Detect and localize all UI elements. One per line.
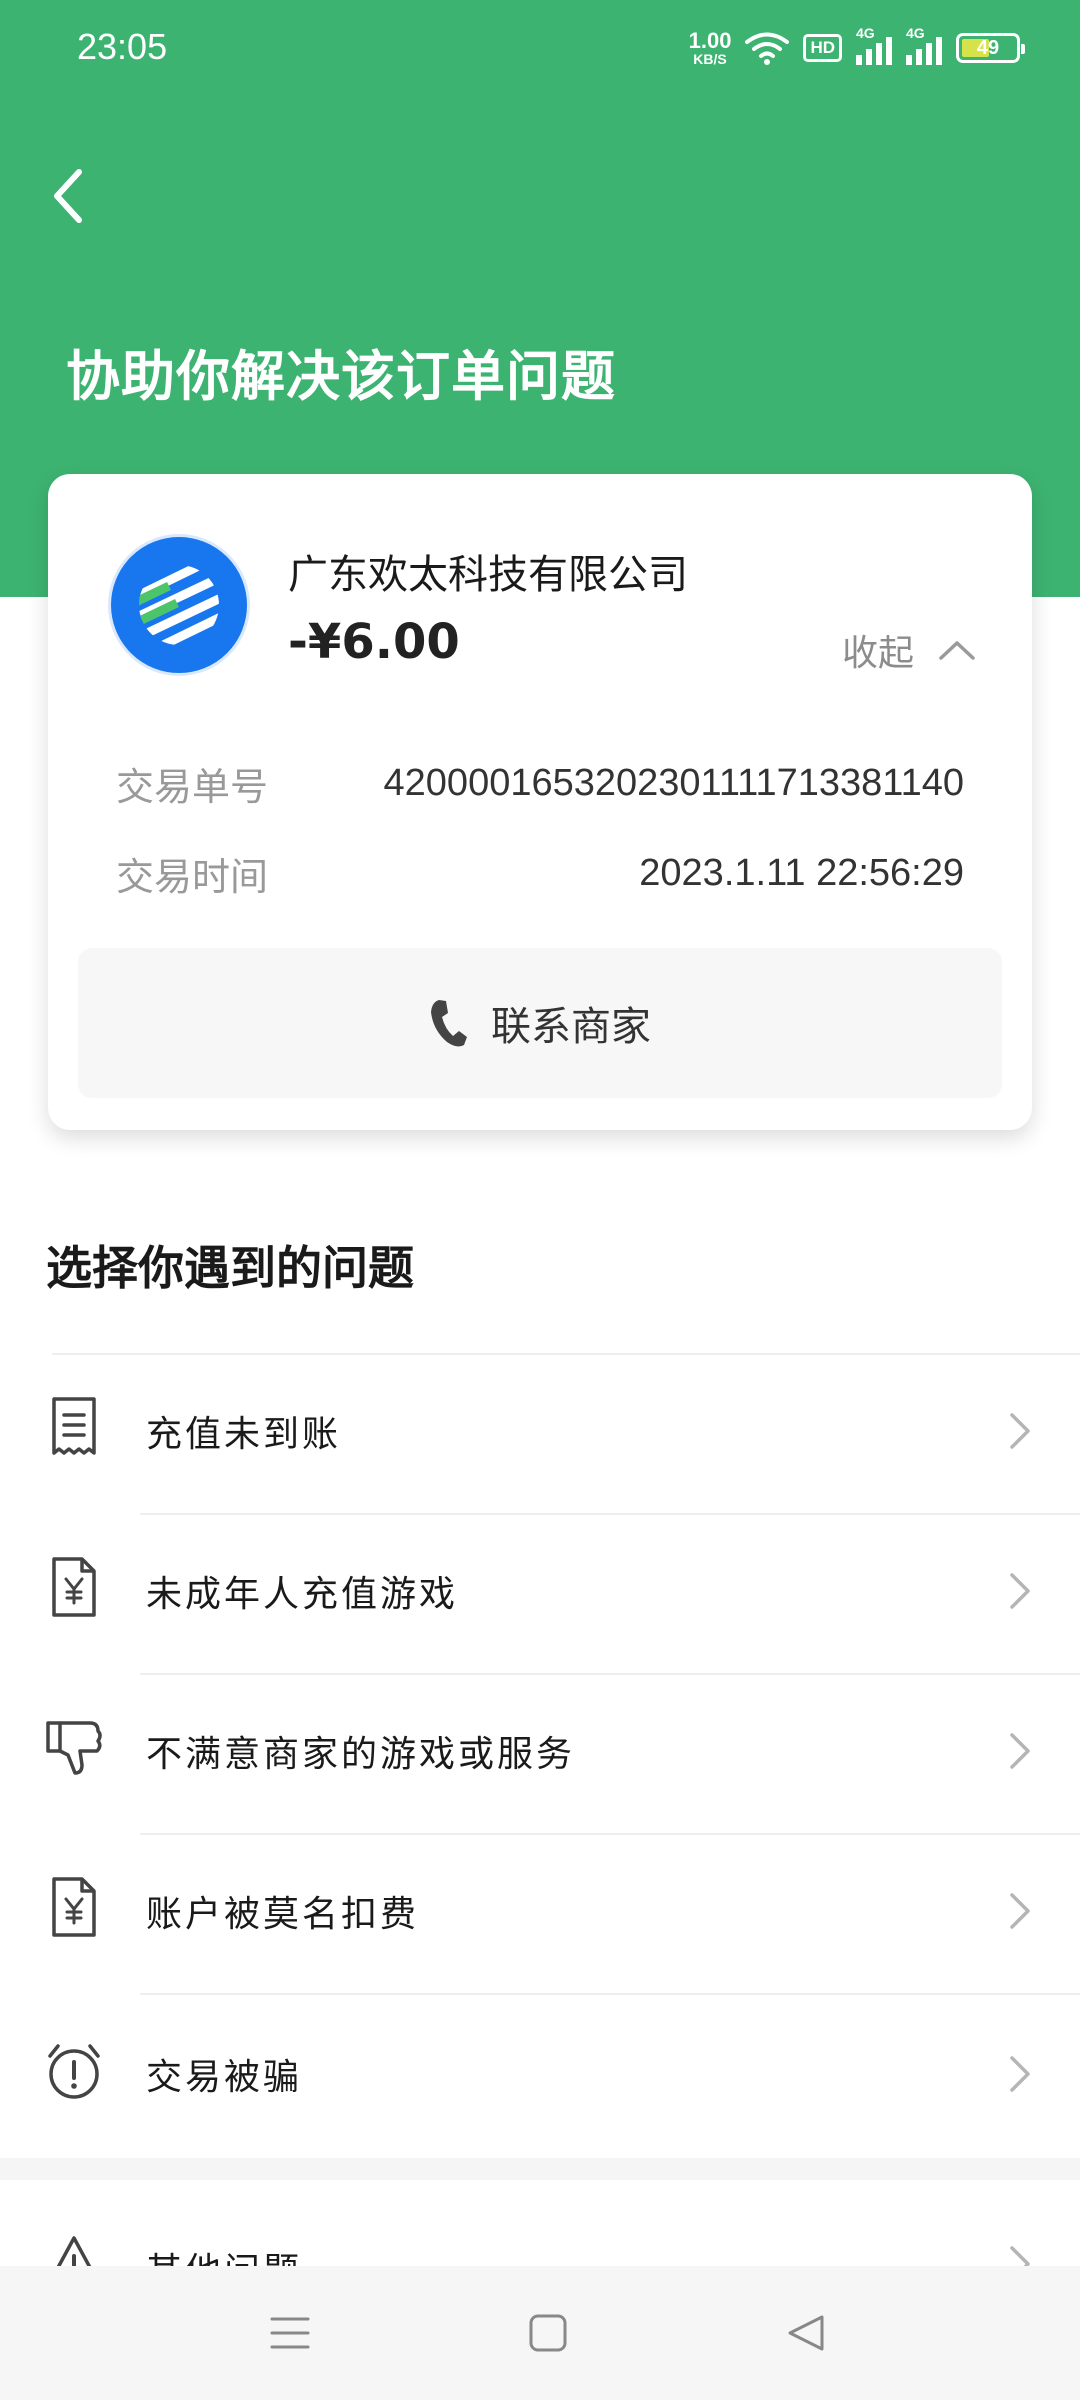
network-speed-unit: KB/S bbox=[693, 51, 727, 67]
detail-row-time: 交易时间 2023.1.11 22:56:29 bbox=[116, 846, 964, 901]
issue-item-unsatisfied-service[interactable]: 不满意商家的游戏或服务 bbox=[0, 1675, 1080, 1835]
contact-merchant-button[interactable]: 联系商家 bbox=[78, 948, 1002, 1098]
merchant-name: 广东欢太科技有限公司 bbox=[288, 552, 688, 598]
sim2-label: 4G bbox=[906, 25, 925, 41]
chevron-right-icon bbox=[1010, 1573, 1030, 1609]
back-nav-button[interactable] bbox=[776, 2306, 836, 2360]
status-icons: 1.00 KB/S HD 4G 4G 49 bbox=[688, 24, 1025, 72]
section-title: 选择你遇到的问题 bbox=[46, 1241, 414, 1295]
detail-value: 2023.1.11 22:56:29 bbox=[639, 852, 964, 894]
yuan-document-icon bbox=[52, 1877, 96, 1937]
issue-label: 充值未到账 bbox=[146, 1414, 342, 1455]
issue-label: 未成年人充值游戏 bbox=[146, 1574, 459, 1615]
menu-icon bbox=[270, 2317, 310, 2349]
detail-value: 4200001653202301111713381140 bbox=[383, 762, 964, 804]
chevron-right-icon bbox=[1010, 1733, 1030, 1769]
divider bbox=[140, 1993, 1080, 1995]
hd-icon: HD bbox=[803, 34, 842, 62]
issue-item-scammed[interactable]: 交易被骗 bbox=[0, 1998, 1080, 2158]
sim1-label: 4G bbox=[856, 25, 875, 41]
home-square-icon bbox=[529, 2314, 567, 2352]
detail-row-order-number: 交易单号 4200001653202301111713381140 bbox=[116, 756, 964, 811]
yuan-document-icon bbox=[52, 1557, 96, 1617]
network-speed-value: 1.00 bbox=[688, 28, 732, 53]
issue-item-minor-recharge[interactable]: 未成年人充值游戏 bbox=[0, 1515, 1080, 1675]
signal-icon: 4G bbox=[856, 25, 892, 65]
collapse-label: 收起 bbox=[841, 633, 914, 674]
collapse-button[interactable]: 收起 bbox=[842, 624, 976, 676]
back-button[interactable] bbox=[38, 160, 98, 232]
order-amount: -¥6.00 bbox=[288, 614, 460, 670]
status-bar: 23:05 1.00 KB/S HD 4G 4G 49 bbox=[0, 0, 1080, 96]
issue-label: 不满意商家的游戏或服务 bbox=[146, 1734, 576, 1775]
signal-icon: 4G bbox=[906, 25, 942, 65]
chevron-right-icon bbox=[1010, 1413, 1030, 1449]
issue-item-unknown-charge[interactable]: 账户被莫名扣费 bbox=[0, 1835, 1080, 1995]
phone-icon bbox=[431, 1000, 467, 1047]
home-button[interactable] bbox=[518, 2306, 578, 2360]
group-separator bbox=[0, 2158, 1080, 2180]
alarm-alert-icon bbox=[48, 2044, 100, 2099]
thumbs-down-icon bbox=[46, 1721, 102, 1775]
order-card: 广东欢太科技有限公司 -¥6.00 收起 交易单号 42000016532023… bbox=[48, 474, 1032, 1130]
back-triangle-icon bbox=[788, 2315, 824, 2351]
page-title: 协助你解决该订单问题 bbox=[66, 345, 616, 408]
receipt-icon bbox=[52, 1397, 96, 1455]
chevron-up-icon bbox=[939, 641, 975, 660]
battery-icon: 49 bbox=[956, 33, 1025, 63]
chevron-left-icon bbox=[54, 169, 82, 223]
issue-label: 账户被莫名扣费 bbox=[146, 1894, 420, 1935]
battery-level: 49 bbox=[976, 36, 1000, 59]
network-speed: 1.00 KB/S bbox=[688, 28, 732, 67]
contact-merchant-label: 联系商家 bbox=[491, 1004, 651, 1050]
detail-label: 交易时间 bbox=[116, 855, 269, 899]
issue-label: 交易被骗 bbox=[146, 2057, 303, 2098]
chevron-right-icon bbox=[1010, 1893, 1030, 1929]
status-time: 23:05 bbox=[77, 26, 168, 67]
menu-button[interactable] bbox=[260, 2306, 320, 2360]
system-nav-bar bbox=[0, 2266, 1080, 2400]
issue-item-recharge-not-received[interactable]: 充值未到账 bbox=[0, 1355, 1080, 1515]
chevron-right-icon bbox=[1010, 2056, 1030, 2092]
detail-label: 交易单号 bbox=[116, 765, 269, 809]
wifi-icon bbox=[745, 32, 790, 65]
merchant-logo bbox=[108, 534, 250, 676]
